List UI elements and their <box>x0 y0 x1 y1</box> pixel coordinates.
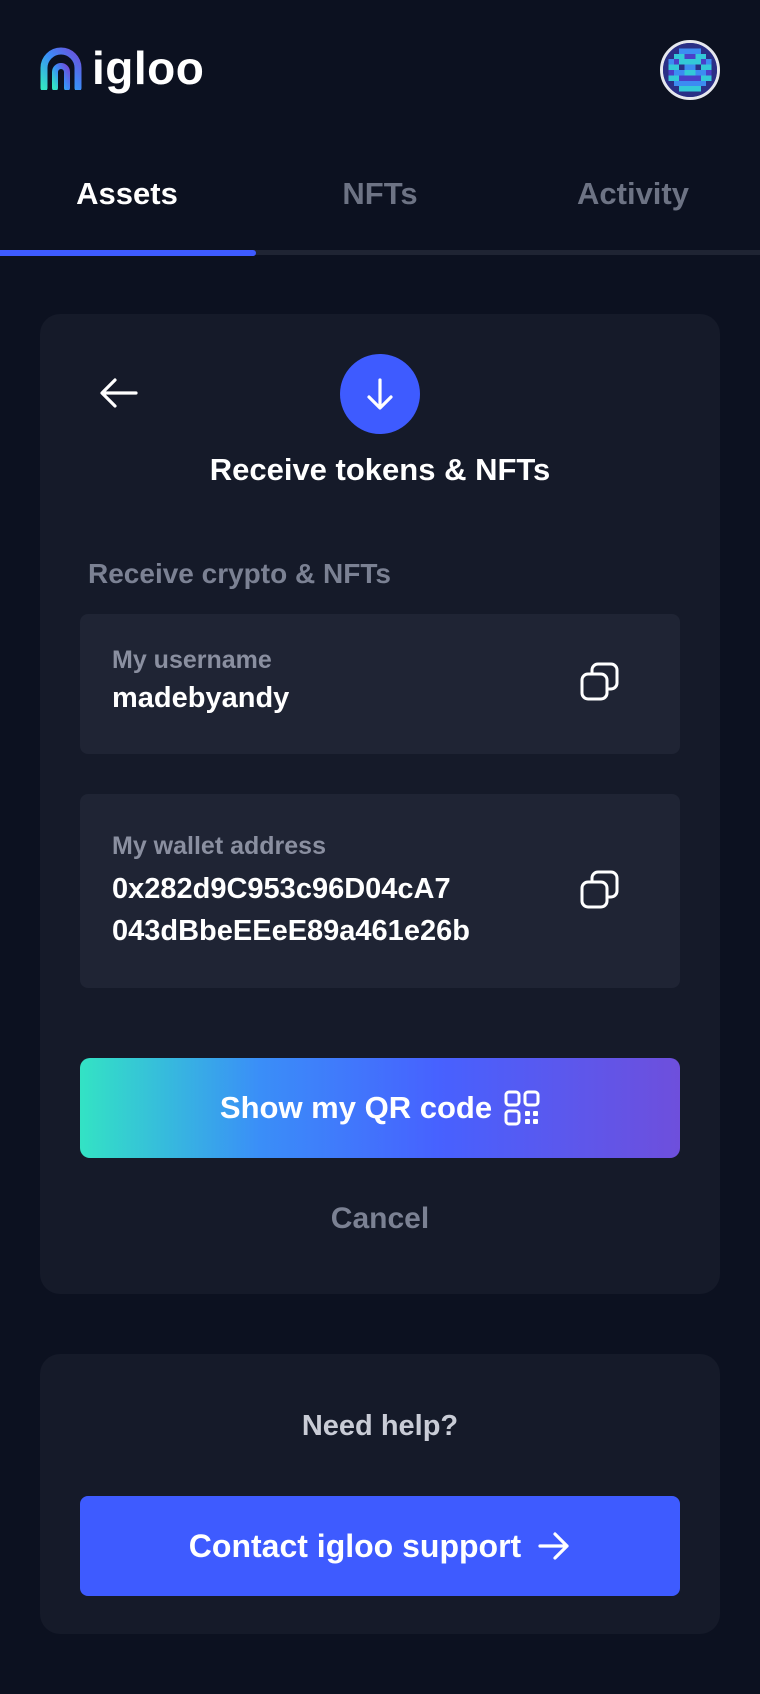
help-card: Need help? Contact igloo support <box>40 1354 720 1634</box>
igloo-logo[interactable]: igloo <box>40 42 205 94</box>
copy-icon <box>580 870 619 909</box>
copy-username-button[interactable] <box>578 660 622 704</box>
tab-nfts[interactable]: NFTs <box>253 176 507 212</box>
receive-card: Receive tokens & NFTs Receive crypto & N… <box>40 314 720 1294</box>
tab-assets[interactable]: Assets <box>0 176 254 212</box>
copy-icon <box>580 662 619 701</box>
support-button-label: Contact igloo support <box>188 1527 522 1564</box>
show-qr-code-button[interactable]: Show my QR code <box>80 1058 680 1158</box>
arrow-down-icon <box>367 378 393 410</box>
card-title: Receive tokens & NFTs <box>209 452 551 487</box>
username-value: madebyandy <box>112 682 290 714</box>
arrow-left-icon <box>100 378 138 408</box>
wallet-address-field: My wallet address 0x282d9C953c96D04cA7 0… <box>80 794 680 988</box>
tab-bar: Assets NFTs Activity <box>0 160 760 256</box>
app-header: igloo <box>0 0 760 140</box>
copy-wallet-button[interactable] <box>578 868 622 912</box>
wallet-value-line1: 0x282d9C953c96D04cA7 <box>112 873 451 905</box>
qr-button-label: Show my QR code <box>219 1090 493 1125</box>
username-label: My username <box>112 646 272 674</box>
help-title: Need help? <box>301 1410 459 1442</box>
username-field: My username madebyandy <box>80 614 680 754</box>
receive-badge <box>340 354 420 434</box>
igloo-arch-logo-icon <box>40 47 82 90</box>
contact-support-button[interactable]: Contact igloo support <box>80 1496 680 1596</box>
qr-code-icon <box>504 1090 540 1126</box>
avatar[interactable] <box>660 40 720 100</box>
tab-activity[interactable]: Activity <box>506 176 760 212</box>
wallet-label: My wallet address <box>112 832 326 860</box>
back-button[interactable] <box>98 376 140 410</box>
tab-active-indicator <box>0 250 256 256</box>
arrow-right-icon <box>538 1532 569 1560</box>
logo-text: igloo <box>92 42 205 94</box>
wallet-value-line2: 043dBbeEEeE89a461e26b <box>112 915 470 947</box>
pixel-avatar-icon <box>663 43 717 97</box>
section-label: Receive crypto & NFTs <box>88 558 391 589</box>
cancel-button[interactable]: Cancel <box>40 1202 720 1236</box>
